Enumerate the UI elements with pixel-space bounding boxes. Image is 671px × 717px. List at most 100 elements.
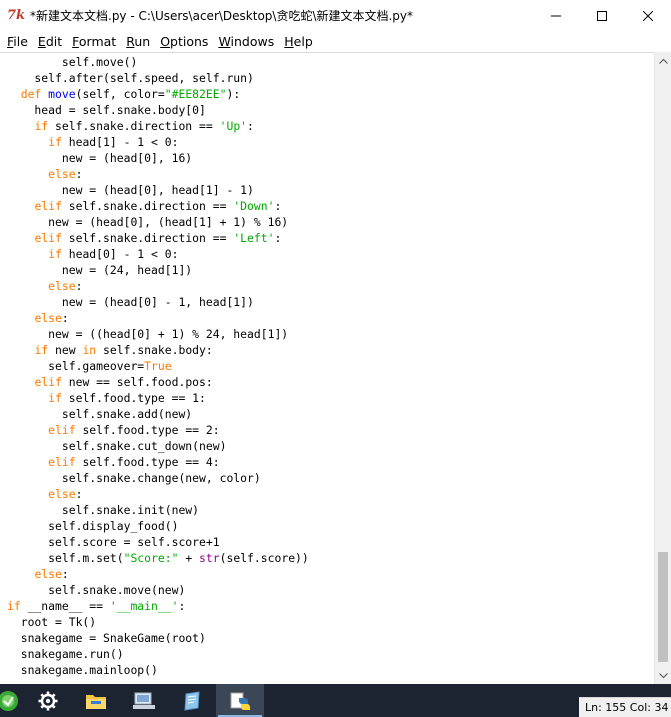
code-token: str: [199, 551, 220, 565]
taskbar-python-idle[interactable]: [216, 684, 264, 717]
menu-format[interactable]: Format: [67, 31, 121, 52]
code-line[interactable]: snakegame = SnakeGame(root): [7, 630, 309, 646]
minimize-button[interactable]: [533, 0, 579, 31]
scroll-down-arrow[interactable]: [655, 667, 671, 684]
code-token: self.food.type == 2:: [75, 423, 220, 437]
code-line[interactable]: self.display_food(): [7, 518, 309, 534]
menu-edit[interactable]: Edit: [33, 31, 67, 52]
menu-windows[interactable]: Windows: [213, 31, 279, 52]
code-token: elif: [48, 455, 76, 469]
code-token: head = self.snake.body[0]: [7, 103, 206, 117]
code-line[interactable]: new = ((head[0] + 1) % 24, head[1]): [7, 326, 309, 342]
code-line[interactable]: new = (24, head[1]): [7, 262, 309, 278]
code-line[interactable]: new = (head[0], head[1] - 1): [7, 182, 309, 198]
code-line[interactable]: if self.food.type == 1:: [7, 390, 309, 406]
minimize-icon: [551, 15, 561, 16]
close-button[interactable]: [625, 0, 671, 31]
taskbar: [0, 684, 671, 717]
code-line[interactable]: else:: [7, 278, 309, 294]
code-token: in: [82, 343, 97, 357]
menu-windows-accel: W: [218, 34, 231, 49]
code-token: if: [48, 135, 62, 149]
menu-help[interactable]: Help: [279, 31, 318, 52]
menu-file[interactable]: File: [2, 31, 33, 52]
cursor-position: Ln: 155 Col: 34: [585, 701, 669, 714]
menu-options[interactable]: Options: [155, 31, 213, 52]
code-line[interactable]: snakegame.mainloop(): [7, 662, 309, 678]
code-line[interactable]: def move(self, color="#EE82EE"):: [7, 86, 309, 102]
code-token: snakegame.mainloop(): [7, 663, 158, 677]
code-line[interactable]: new = (head[0], 16): [7, 150, 309, 166]
remote-desktop-icon: [133, 692, 155, 709]
settings-gear-icon: [38, 691, 58, 710]
code-line[interactable]: self.gameover=True: [7, 358, 309, 374]
code-token: head[0] - 1 < 0:: [61, 247, 179, 261]
code-line[interactable]: root = Tk(): [7, 614, 309, 630]
scroll-up-arrow[interactable]: [655, 52, 671, 69]
code-line[interactable]: self.snake.change(new, color): [7, 470, 309, 486]
code-token: self.m.set(: [7, 551, 124, 565]
code-token: "Score:": [123, 551, 179, 565]
code-text[interactable]: self.move() self.after(self.speed, self.…: [7, 54, 309, 678]
code-line[interactable]: snakegame.run(): [7, 646, 309, 662]
code-token: new = (head[0], (head[1] + 1) % 16): [7, 215, 289, 229]
code-line[interactable]: head = self.snake.body[0]: [7, 102, 309, 118]
taskbar-start-partial[interactable]: [0, 684, 24, 717]
taskbar-settings[interactable]: [24, 684, 72, 717]
code-token: elif: [34, 231, 62, 245]
code-line[interactable]: self.snake.move(new): [7, 582, 309, 598]
code-token: self.snake.init(new): [7, 503, 200, 517]
close-icon: [643, 10, 653, 21]
code-token: 'Down': [233, 199, 275, 213]
scrollbar-thumb[interactable]: [658, 552, 668, 662]
code-token: new == self.food.pos:: [61, 375, 213, 389]
chevron-up-icon: [659, 58, 668, 64]
code-line[interactable]: self.snake.add(new): [7, 406, 309, 422]
code-line[interactable]: new = (head[0], (head[1] + 1) % 16): [7, 214, 309, 230]
vertical-scrollbar[interactable]: [654, 52, 671, 684]
code-line[interactable]: elif self.snake.direction == 'Left':: [7, 230, 309, 246]
code-token: self.snake.add(new): [7, 407, 193, 421]
taskbar-file-explorer[interactable]: [72, 684, 120, 717]
taskbar-remote-desktop[interactable]: [120, 684, 168, 717]
code-line[interactable]: if __name__ == '__main__':: [7, 598, 309, 614]
code-line[interactable]: if new in self.snake.body:: [7, 342, 309, 358]
code-line[interactable]: else:: [7, 166, 309, 182]
code-editor[interactable]: self.move() self.after(self.speed, self.…: [0, 52, 654, 684]
code-line[interactable]: self.move(): [7, 54, 309, 70]
code-line[interactable]: elif self.food.type == 2:: [7, 422, 309, 438]
code-token: root = Tk(): [7, 615, 97, 629]
status-bar: Ln: 155 Col: 34: [579, 697, 671, 717]
code-line[interactable]: self.after(self.speed, self.run): [7, 70, 309, 86]
code-token: self.snake.direction ==: [48, 119, 220, 133]
code-line[interactable]: if head[1] - 1 < 0:: [7, 134, 309, 150]
menu-edit-accel: E: [37, 34, 46, 49]
code-token: self.food.type == 4:: [75, 455, 220, 469]
code-line[interactable]: else:: [7, 310, 309, 326]
maximize-button[interactable]: [579, 0, 625, 31]
code-token: 'Left': [233, 231, 275, 245]
code-line[interactable]: else:: [7, 566, 309, 582]
code-line[interactable]: elif new == self.food.pos:: [7, 374, 309, 390]
code-token: self.snake.cut_down(new): [7, 439, 227, 453]
code-line[interactable]: self.snake.init(new): [7, 502, 309, 518]
code-line[interactable]: self.snake.cut_down(new): [7, 438, 309, 454]
code-line[interactable]: if self.snake.direction == 'Up':: [7, 118, 309, 134]
code-line[interactable]: new = (head[0] - 1, head[1]): [7, 294, 309, 310]
code-token: :: [75, 279, 83, 293]
code-line[interactable]: elif self.food.type == 4:: [7, 454, 309, 470]
menu-windows-label: indows: [230, 34, 275, 49]
code-token: True: [144, 359, 172, 373]
menu-edit-label: dit: [45, 34, 63, 49]
code-line[interactable]: self.m.set("Score:" + str(self.score)): [7, 550, 309, 566]
code-line[interactable]: else:: [7, 486, 309, 502]
code-line[interactable]: if head[0] - 1 < 0:: [7, 246, 309, 262]
code-line[interactable]: self.score = self.score+1: [7, 534, 309, 550]
taskbar-notepad[interactable]: [168, 684, 216, 717]
menu-format-label: ormat: [78, 34, 117, 49]
menu-run[interactable]: Run: [121, 31, 155, 52]
code-line[interactable]: elif self.snake.direction == 'Down':: [7, 198, 309, 214]
code-token: self.snake.move(new): [7, 583, 186, 597]
